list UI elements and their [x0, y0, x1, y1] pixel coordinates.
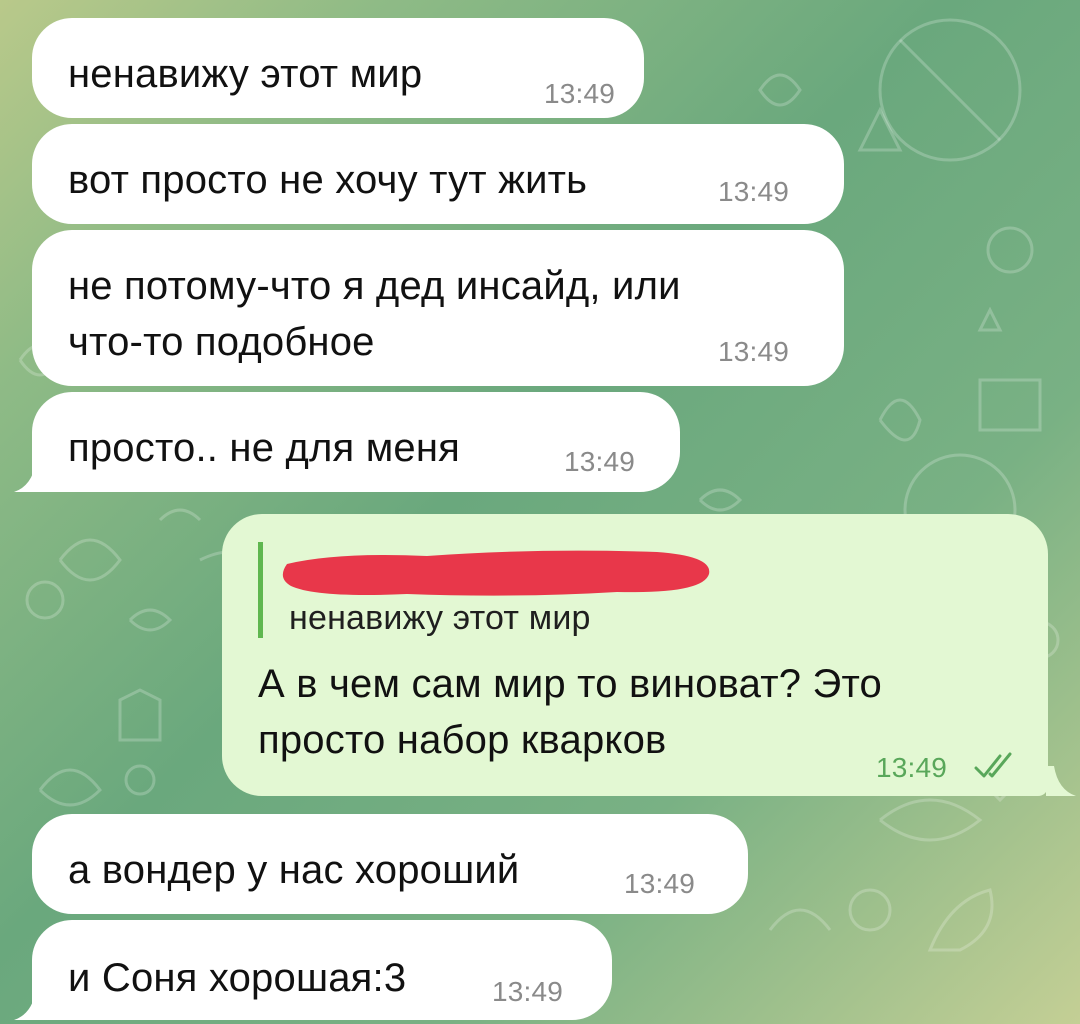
message-time: 13:49: [492, 976, 564, 1007]
message-time: 13:49: [718, 336, 790, 367]
double-check-read-icon: [974, 752, 1012, 778]
bubble-tail-icon: [14, 462, 44, 492]
message-text-line-1: не потому-что я дед инсайд, или: [68, 264, 681, 308]
message-text: а вондер у нас хороший: [68, 848, 520, 892]
reply-quote-text: ненавижу этот мир: [289, 599, 591, 637]
message-text: просто.. не для меня: [68, 426, 461, 470]
message-text: ненавижу этот мир: [68, 52, 423, 96]
message-time: 13:49: [564, 446, 636, 477]
incoming-message-bubble[interactable]: просто.. не для меня 13:49: [32, 392, 680, 492]
redacted-sender-name: [282, 550, 710, 596]
message-text: и Соня хорошая:3: [68, 956, 407, 1000]
message-time: 13:49: [718, 176, 790, 207]
message-time: 13:49: [544, 78, 616, 109]
incoming-message-bubble[interactable]: вот просто не хочу тут жить 13:49: [32, 124, 844, 224]
outgoing-message-bubble[interactable]: ненавижу этот мир А в чем сам мир то вин…: [222, 514, 1048, 796]
incoming-message-bubble[interactable]: ненавижу этот мир 13:49: [32, 18, 644, 118]
bubble-tail-icon: [14, 990, 44, 1020]
message-text-line-1: А в чем сам мир то виноват? Это: [258, 662, 882, 706]
message-text-line-2: просто набор кварков: [258, 718, 667, 762]
incoming-message-bubble[interactable]: и Соня хорошая:3 13:49: [32, 920, 612, 1020]
message-text: вот просто не хочу тут жить: [68, 158, 588, 202]
incoming-message-bubble[interactable]: а вондер у нас хороший 13:49: [32, 814, 748, 914]
reply-quote[interactable]: ненавижу этот мир: [258, 542, 710, 638]
message-text-line-2: что-то подобное: [68, 320, 375, 364]
message-time: 13:49: [624, 868, 696, 899]
incoming-message-bubble[interactable]: не потому-что я дед инсайд, или что-то п…: [32, 230, 844, 386]
message-time: 13:49: [876, 752, 948, 783]
bubble-tail-icon: [1046, 766, 1076, 796]
